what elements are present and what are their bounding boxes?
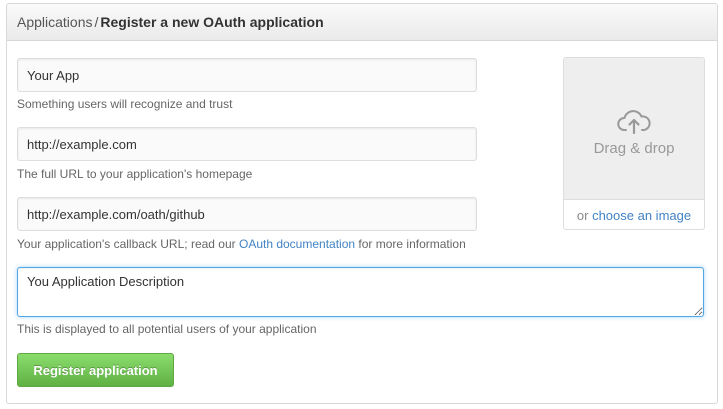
panel-header: Applications / Register a new OAuth applic… (7, 4, 717, 41)
callback-url-note: Your application's callback URL; read ou… (17, 237, 466, 251)
homepage-url-input[interactable] (17, 127, 477, 161)
logo-drop-zone[interactable]: Drag & drop (564, 58, 704, 200)
logo-upload-box: Drag & drop or choose an image (563, 57, 705, 230)
drag-drop-label: Drag & drop (593, 140, 675, 157)
homepage-url-note: The full URL to your application's homep… (17, 167, 253, 181)
cloud-upload-icon (617, 110, 651, 134)
page-title: Register a new OAuth application (100, 14, 324, 30)
choose-image-link[interactable]: choose an image (592, 208, 691, 223)
callback-url-input[interactable] (17, 197, 477, 231)
choose-image-row: or choose an image (564, 208, 704, 223)
application-name-input[interactable] (17, 58, 477, 92)
register-application-button[interactable]: Register application (17, 353, 174, 387)
application-name-note: Something users will recognize and trust (17, 97, 233, 111)
oauth-registration-panel: Applications / Register a new OAuth applic… (6, 3, 718, 404)
callback-note-suffix: for more information (355, 237, 466, 251)
application-description-textarea[interactable]: You Application Description (17, 267, 704, 317)
or-text: or (576, 208, 593, 223)
oauth-documentation-link[interactable]: OAuth documentation (239, 237, 355, 251)
application-description-note: This is displayed to all potential users… (17, 322, 317, 336)
callback-note-prefix: Your application's callback URL; read ou… (17, 237, 239, 251)
breadcrumb-applications-link[interactable]: Applications (17, 14, 93, 30)
